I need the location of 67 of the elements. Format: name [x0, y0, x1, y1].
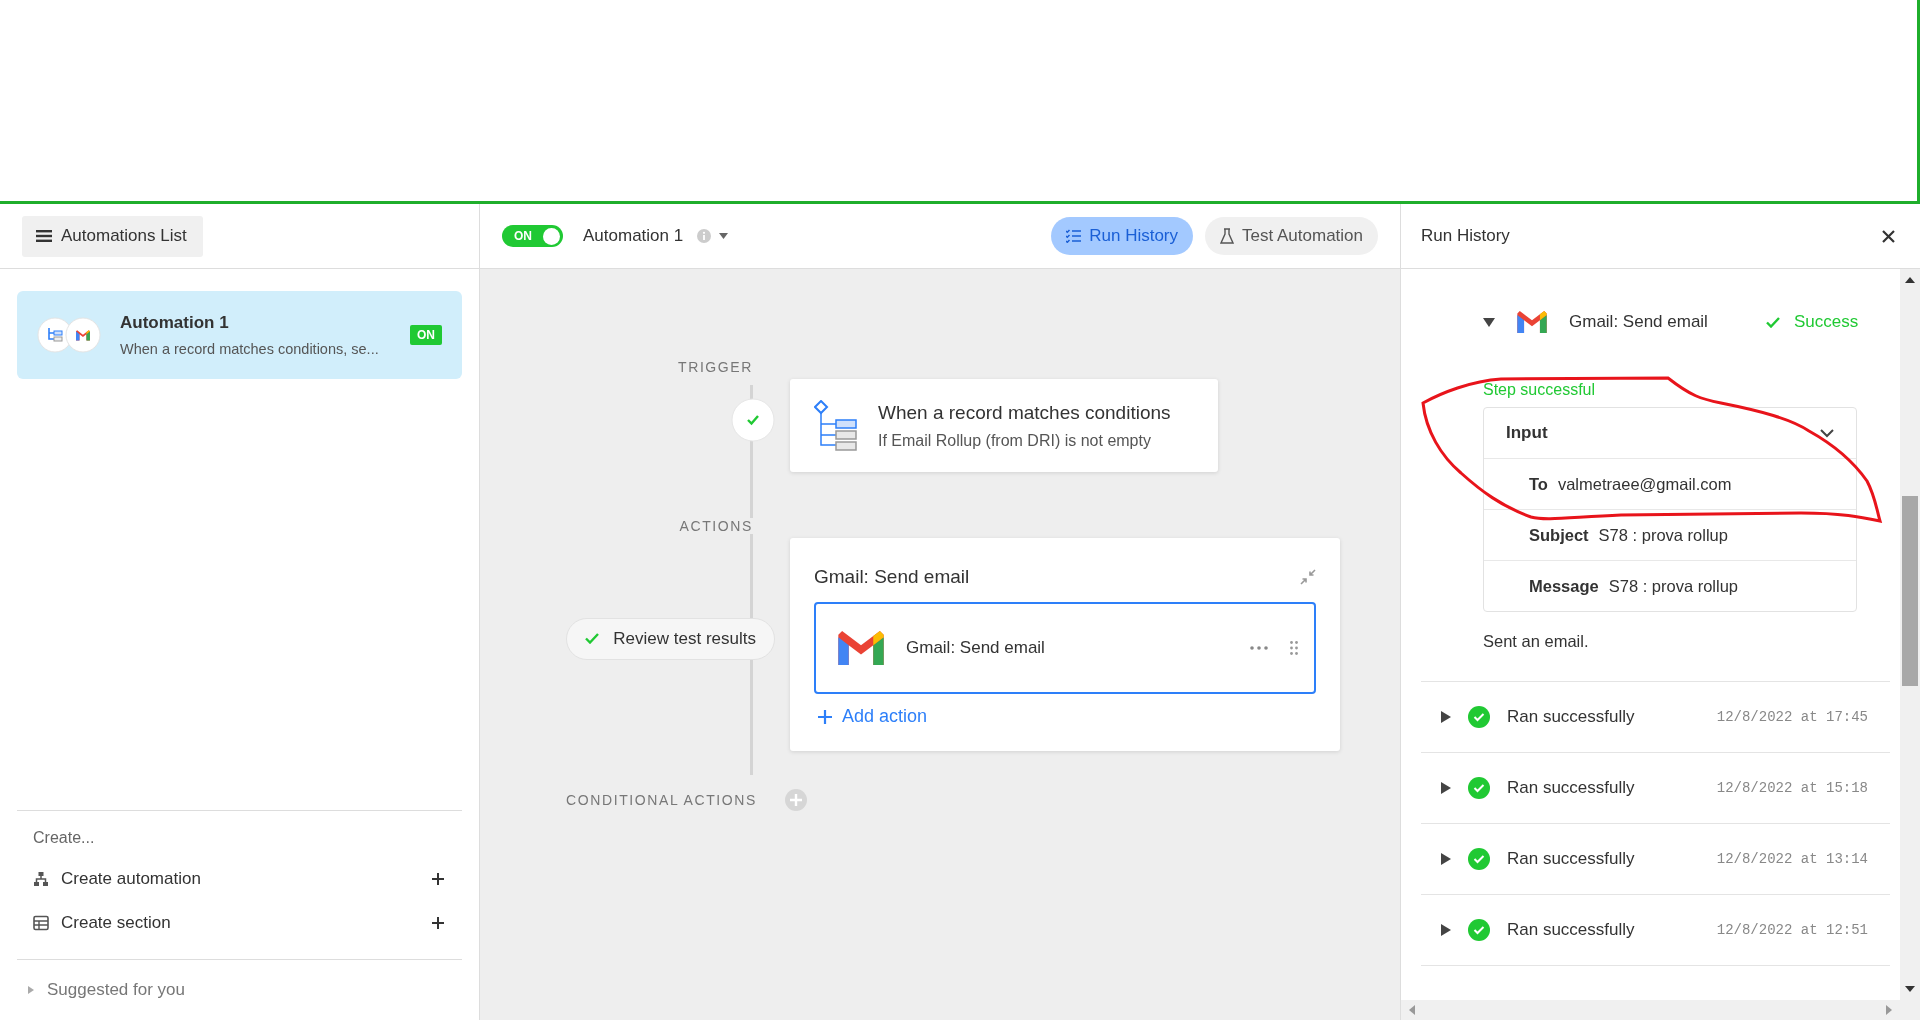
run-row[interactable]: Ran successfully 12/8/2022 at 12:51: [1421, 895, 1890, 966]
plus-icon[interactable]: [432, 917, 444, 929]
action-step[interactable]: Gmail: Send email: [814, 602, 1316, 694]
collapse-caret-icon[interactable]: [1483, 317, 1495, 327]
chevron-icon[interactable]: [1820, 428, 1834, 438]
input-heading: Input: [1506, 423, 1548, 443]
scrollbar-thumb[interactable]: [1902, 496, 1918, 686]
trigger-icon: [814, 399, 858, 452]
field-value: S78 : prova rollup: [1598, 525, 1728, 545]
create-item[interactable]: Create section: [61, 913, 420, 933]
review-test-results-button[interactable]: Review test results: [566, 617, 775, 660]
field-value: S78 : prova rollup: [1608, 576, 1739, 596]
hierarchy-icon: [33, 871, 49, 887]
create-item[interactable]: Create automation: [61, 869, 420, 889]
expand-icon[interactable]: [1441, 924, 1451, 936]
collapse-icon[interactable]: [1300, 569, 1316, 585]
field-label: Subject: [1529, 525, 1589, 545]
check-icon: [731, 397, 775, 442]
scroll-down-icon[interactable]: [1905, 986, 1915, 992]
check-icon: [585, 633, 600, 644]
gmail-icon: [1517, 311, 1547, 333]
automation-title: Automation 1: [120, 313, 230, 333]
more-icon[interactable]: [1250, 646, 1268, 650]
success-icon: [1468, 706, 1490, 728]
scroll-up-icon[interactable]: [1905, 277, 1915, 283]
step-output: Sent an email.: [1483, 632, 1590, 651]
trigger-card[interactable]: When a record matches conditions If Email Rollup (from DRI) is not empty: [790, 379, 1218, 472]
field-label: Message: [1529, 576, 1599, 596]
plus-icon[interactable]: [432, 873, 444, 885]
field-value: valmetraee@gmail.com: [1557, 474, 1732, 494]
automation-description: When a record matches conditions, se...: [120, 341, 380, 357]
drag-handle-icon[interactable]: [1290, 641, 1298, 655]
check-icon: [1766, 316, 1780, 328]
run-row[interactable]: Ran successfully 12/8/2022 at 15:18: [1421, 753, 1890, 824]
caret-icon[interactable]: [719, 233, 729, 239]
success-icon: [1468, 848, 1490, 870]
step-result-message: Step successful: [1483, 381, 1597, 399]
suggested-section[interactable]: Suggested for you: [47, 980, 185, 1000]
menu-icon: [36, 229, 52, 243]
step-status: Success: [1794, 312, 1859, 332]
automation-item[interactable]: Automation 1 When a record matches conditions, se... ON: [17, 291, 462, 379]
action-group-title: Gmail: Send email: [814, 566, 970, 588]
test-automation-button[interactable]: Test Automation: [1205, 217, 1378, 255]
success-icon: [1468, 777, 1490, 799]
gmail-icon: [65, 317, 101, 353]
run-row[interactable]: Ran successfully 12/8/2022 at 13:14: [1421, 824, 1890, 895]
automation-name: Automation 1: [583, 226, 684, 246]
status-badge: ON: [410, 325, 442, 345]
trigger-condition: If Email Rollup (from DRI) is not empty: [878, 431, 1152, 450]
automations-list-button[interactable]: Automations List: [22, 215, 203, 257]
table-icon: [33, 915, 49, 931]
add-action-link[interactable]: Add action: [814, 706, 932, 727]
checklist-icon: [1066, 229, 1082, 243]
expand-icon[interactable]: [1441, 711, 1451, 723]
step-name: Gmail: Send email: [1569, 312, 1709, 332]
expand-icon[interactable]: [1441, 782, 1451, 794]
trigger-title: When a record matches conditions: [878, 401, 1171, 424]
flask-icon: [1220, 228, 1235, 244]
close-icon[interactable]: [1882, 229, 1895, 243]
create-heading: Create...: [33, 829, 96, 847]
success-icon: [1468, 919, 1490, 941]
field-label: To: [1529, 474, 1548, 494]
gmail-icon: [838, 631, 884, 665]
run-row[interactable]: Ran successfully 12/8/2022 at 17:45: [1421, 682, 1890, 753]
expand-icon[interactable]: [1441, 853, 1451, 865]
panel-title: Run History: [1421, 226, 1510, 246]
plus-icon: [818, 709, 832, 724]
